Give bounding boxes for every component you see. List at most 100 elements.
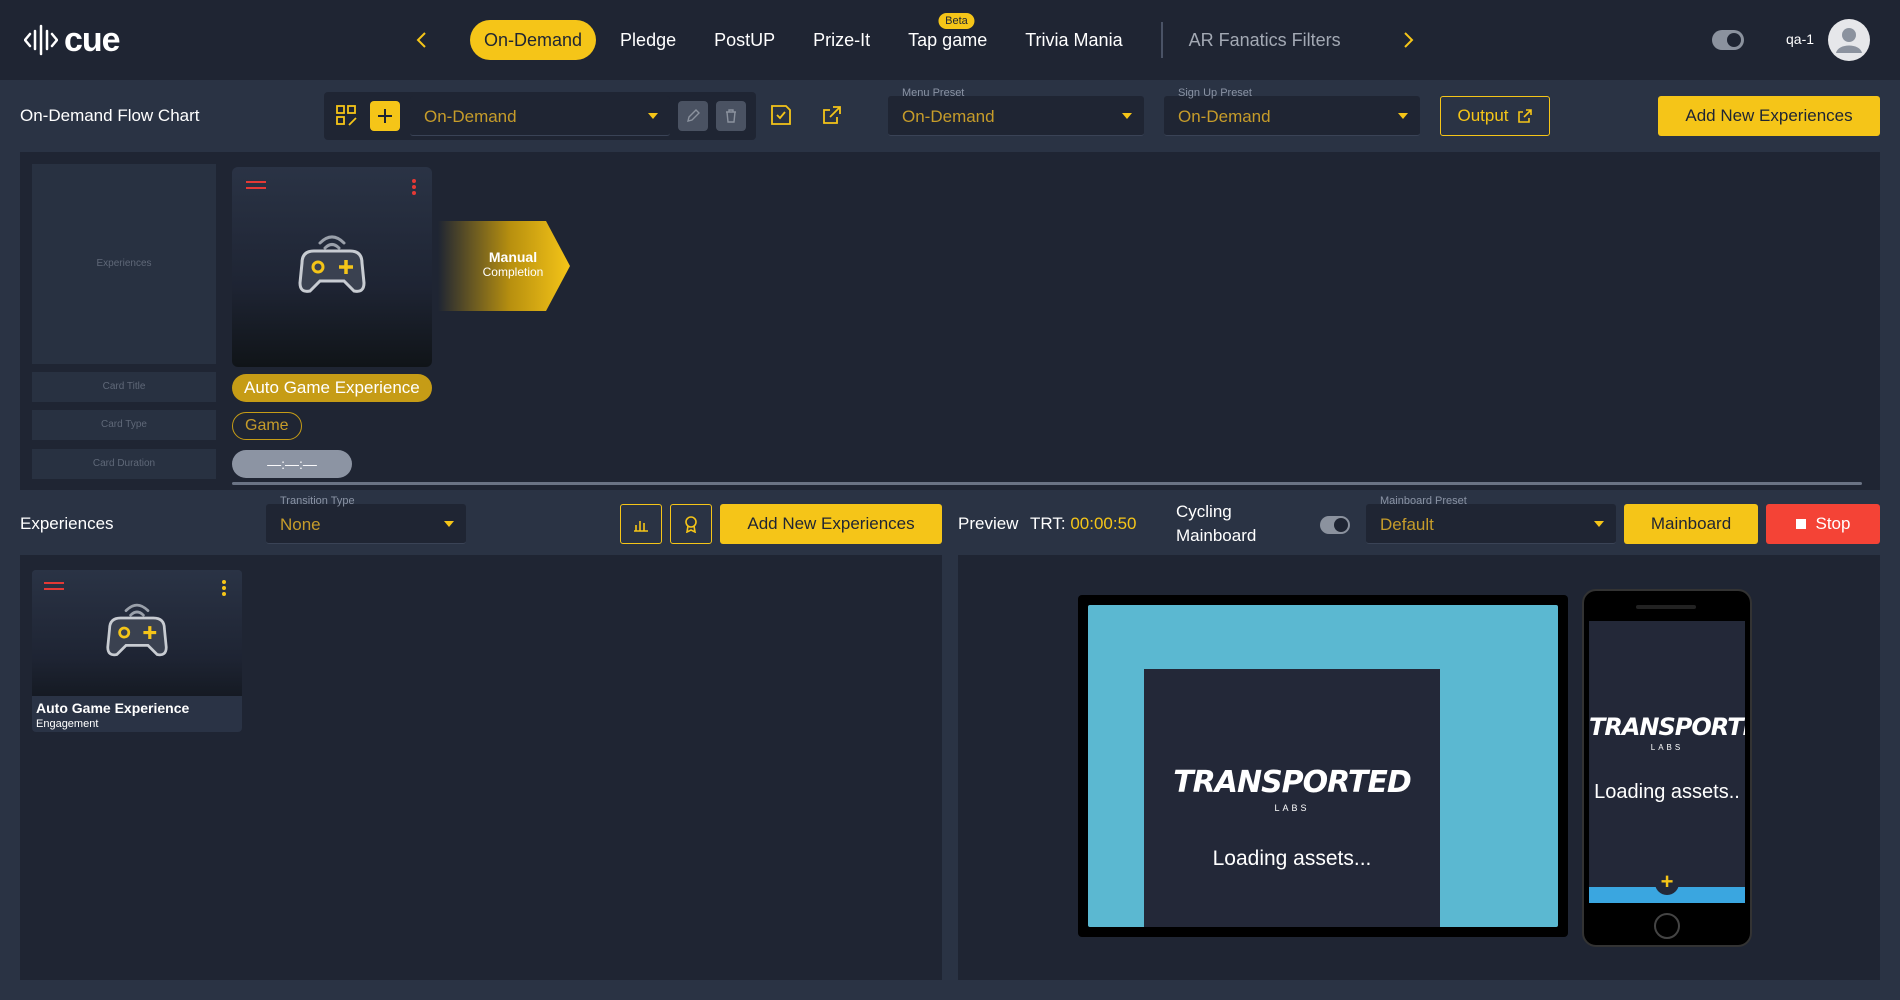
kebab-menu-icon[interactable]: [222, 580, 226, 596]
caret-down-icon: [444, 521, 454, 527]
app-logo[interactable]: cue: [24, 20, 121, 60]
brand-logo-title: TRANSPORTED: [1173, 765, 1412, 800]
cycling-mainboard-toggle[interactable]: [1320, 516, 1350, 534]
signup-preset-value: On-Demand: [1178, 107, 1271, 126]
nav-divider: [1160, 22, 1163, 58]
logo-text: cue: [64, 20, 121, 59]
edit-flow-button[interactable]: [678, 101, 708, 131]
cycling-mainboard-label: Cycling Mainboard: [1176, 500, 1256, 548]
horizontal-scrollbar[interactable]: [232, 482, 1862, 485]
signup-preset-label: Sign Up Preset: [1178, 87, 1252, 99]
legend-card-title: Card Title: [32, 372, 216, 402]
mainboard-loading-text: Loading assets...: [1212, 847, 1372, 870]
stop-button[interactable]: Stop: [1766, 504, 1880, 544]
add-new-experiences-button[interactable]: Add New Experiences: [720, 504, 942, 544]
kebab-menu-icon[interactable]: [412, 179, 416, 195]
flow-chart-panel: Experiences Card Title Card Type Card Du…: [20, 152, 1880, 490]
tab-trivia-mania[interactable]: Trivia Mania: [1011, 20, 1136, 60]
phone-home-button: [1654, 913, 1680, 939]
trt-value: 00:00:50: [1070, 514, 1137, 533]
qr-edit-icon[interactable]: [332, 101, 362, 131]
trash-icon: [726, 109, 736, 123]
tab-on-demand[interactable]: On-Demand: [470, 20, 597, 60]
transition-type-label: Transition Type: [280, 495, 355, 507]
mainboard-screen: TRANSPORTED LABS Loading assets...: [1088, 605, 1558, 927]
card-duration-chip[interactable]: —:—:—: [232, 450, 352, 478]
save-flow-icon[interactable]: [766, 100, 796, 130]
legend-card-type: Card Type: [32, 410, 216, 440]
mobile-preview: TRANSPORTED LABS Loading assets.. +: [1582, 589, 1752, 947]
flow-select-value: On-Demand: [424, 107, 517, 126]
external-link-icon: [1517, 109, 1532, 123]
brand-logo-subtitle: LABS: [1274, 803, 1310, 813]
drag-handle-icon[interactable]: [44, 582, 64, 590]
experience-card-subtitle: Engagement: [36, 718, 99, 730]
mobile-plus-button[interactable]: +: [1655, 871, 1679, 895]
signup-preset-select[interactable]: Sign Up Preset On-Demand: [1164, 87, 1420, 136]
mainboard-preset-value: Default: [1380, 515, 1434, 534]
transition-type-value: None: [280, 515, 321, 534]
experiences-panel: Auto Game Experience Engagement: [20, 555, 942, 980]
cycling-label-line1: Cycling: [1176, 502, 1232, 521]
transition-type-select[interactable]: Transition Type None: [266, 495, 466, 544]
share-icon[interactable]: [817, 100, 847, 130]
menu-preset-value: On-Demand: [902, 107, 995, 126]
analytics-button[interactable]: [620, 504, 662, 544]
user-name: qa-1: [1786, 31, 1815, 47]
tab-tap-game[interactable]: Tap game Beta: [894, 13, 1001, 60]
transition-label-line1: Manual: [488, 249, 538, 265]
waveform-logo-icon: [24, 24, 58, 56]
mobile-screen: TRANSPORTED LABS Loading assets.. +: [1589, 621, 1745, 903]
nav-next-arrow-icon[interactable]: [1394, 26, 1422, 54]
trt-label: TRT:: [1030, 514, 1066, 533]
tab-pledge[interactable]: Pledge: [606, 20, 690, 60]
legend-experiences: Experiences: [32, 164, 216, 364]
nav-prev-arrow-icon[interactable]: [408, 26, 436, 54]
mobile-loading-text: Loading assets..: [1594, 781, 1740, 803]
legend-card-duration: Card Duration: [32, 449, 216, 479]
avatar[interactable]: [1828, 19, 1870, 61]
tab-tap-game-label: Tap game: [908, 30, 988, 50]
tab-prize-it[interactable]: Prize-It: [799, 20, 884, 60]
flow-select[interactable]: On-Demand: [410, 96, 670, 136]
flow-experience-card[interactable]: [232, 167, 432, 367]
stop-icon: [1795, 519, 1806, 529]
delete-flow-button[interactable]: [716, 101, 746, 131]
award-button[interactable]: [670, 504, 712, 544]
drag-handle-icon[interactable]: [246, 181, 266, 189]
experiences-title: Experiences: [20, 514, 114, 533]
mobile-brand-logo-subtitle: LABS: [1650, 743, 1684, 752]
user-avatar-icon: [1836, 28, 1862, 53]
stop-label: Stop: [1815, 514, 1851, 533]
mainboard-content: TRANSPORTED LABS Loading assets...: [1144, 669, 1440, 927]
plus-icon: [378, 109, 392, 123]
caret-down-icon: [1398, 113, 1408, 119]
preview-panel: TRANSPORTED LABS Loading assets... TRANS…: [958, 555, 1880, 980]
mainboard-button[interactable]: Mainboard: [1624, 504, 1758, 544]
output-label: Output: [1457, 106, 1509, 125]
mainboard-preset-label: Mainboard Preset: [1380, 495, 1467, 507]
nav-tabs: On-Demand Pledge PostUP Prize-It Tap gam…: [470, 13, 1365, 60]
card-title-chip[interactable]: Auto Game Experience: [232, 374, 432, 402]
preview-label: Preview: [958, 514, 1019, 533]
experience-card[interactable]: Auto Game Experience Engagement: [32, 570, 242, 732]
output-button[interactable]: Output: [1440, 96, 1550, 136]
pencil-icon: [687, 109, 700, 122]
mainboard-preset-select[interactable]: Mainboard Preset Default: [1366, 495, 1616, 544]
add-new-experiences-top-button[interactable]: Add New Experiences: [1658, 96, 1880, 136]
tab-ar-fanatics-filters[interactable]: AR Fanatics Filters: [1175, 20, 1355, 60]
theme-toggle[interactable]: [1712, 30, 1744, 50]
gamepad-icon: [106, 603, 168, 657]
menu-preset-label: Menu Preset: [902, 87, 965, 99]
caret-down-icon: [1122, 113, 1132, 119]
flow-chart-title: On-Demand Flow Chart: [20, 106, 200, 125]
menu-preset-select[interactable]: Menu Preset On-Demand: [888, 87, 1144, 136]
phone-speaker: [1636, 605, 1696, 609]
mobile-brand-logo-title: TRANSPORTED: [1589, 713, 1745, 741]
card-type-chip[interactable]: Game: [232, 412, 302, 440]
gamepad-icon: [298, 235, 366, 293]
experience-card-title: Auto Game Experience: [36, 700, 190, 716]
tab-postup[interactable]: PostUP: [700, 20, 789, 60]
add-flow-button[interactable]: [370, 101, 400, 131]
flow-toolbar: On-Demand: [324, 92, 756, 140]
